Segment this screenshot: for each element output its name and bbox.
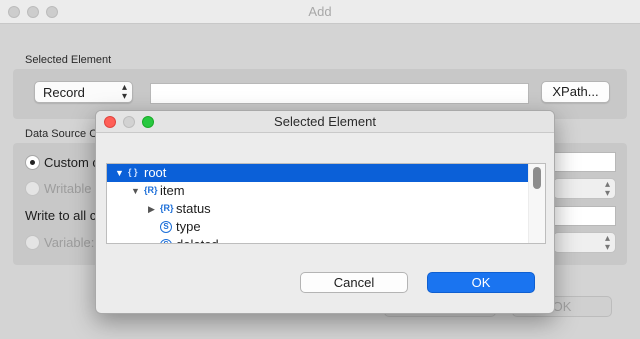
root-node-icon: { } [128,167,138,177]
string-icon: S [160,239,172,243]
disclosure-expanded-icon[interactable]: ▼ [131,182,140,200]
custom-value-field[interactable] [553,152,616,172]
write-to-all-label: Write to all c [25,208,97,223]
write-to-all-field[interactable] [553,206,616,226]
tree-row-type[interactable]: S type [107,218,528,236]
xpath-button[interactable]: XPath... [541,81,610,103]
tree-row-status[interactable]: ▶ {R} status [107,200,528,218]
element-type-value: Record [43,85,85,100]
tree-scrollbar[interactable] [528,164,545,243]
variable-radio[interactable] [25,235,40,250]
selected-element-dialog: Selected Element ▼ { } root ▼ {R} item ▶… [95,110,555,314]
disclosure-expanded-icon[interactable]: ▼ [115,164,124,182]
selected-element-label: Selected Element [25,54,112,66]
variable-select[interactable]: ▴ ▾ [553,232,616,253]
chevron-updown-icon: ▴ ▾ [121,82,127,102]
tree-label: item [160,183,185,198]
element-type-select[interactable]: Record ▴ ▾ [34,81,133,103]
scrollbar-thumb[interactable] [533,167,541,189]
tree-row-root[interactable]: ▼ { } root [107,164,528,182]
tree-label: status [176,201,211,216]
custom-radio-label: Custom c [44,155,99,170]
tree-label: type [176,219,201,234]
record-icon: {R} [160,203,174,213]
chevron-updown-icon: ▴ ▾ [604,179,610,199]
dialog-title: Selected Element [274,114,376,129]
element-tree[interactable]: ▼ { } root ▼ {R} item ▶ {R} status S typ… [106,163,546,244]
data-source-label: Data Source C [25,128,98,140]
writable-select[interactable]: ▴ ▾ [553,178,616,199]
writable-radio-label: Writable [44,181,92,196]
tree-row-item[interactable]: ▼ {R} item [107,182,528,200]
dialog-titlebar: Selected Element [96,111,554,133]
cancel-button[interactable]: Cancel [300,272,408,293]
string-icon: S [160,221,172,233]
window-titlebar: Add [0,0,640,24]
chevron-updown-icon: ▴ ▾ [604,233,610,253]
writable-radio[interactable] [25,181,40,196]
disclosure-collapsed-icon[interactable]: ▶ [148,200,155,218]
ok-button[interactable]: OK [427,272,535,293]
tree-row-deleted[interactable]: S deleted [107,236,528,243]
tree-label: deleted [176,236,219,243]
tree-label: root [144,165,167,180]
custom-radio[interactable] [25,155,40,170]
element-path-field[interactable] [150,83,529,104]
record-icon: {R} [144,185,158,195]
window-title: Add [308,4,332,19]
variable-radio-label: Variable: [44,235,95,250]
